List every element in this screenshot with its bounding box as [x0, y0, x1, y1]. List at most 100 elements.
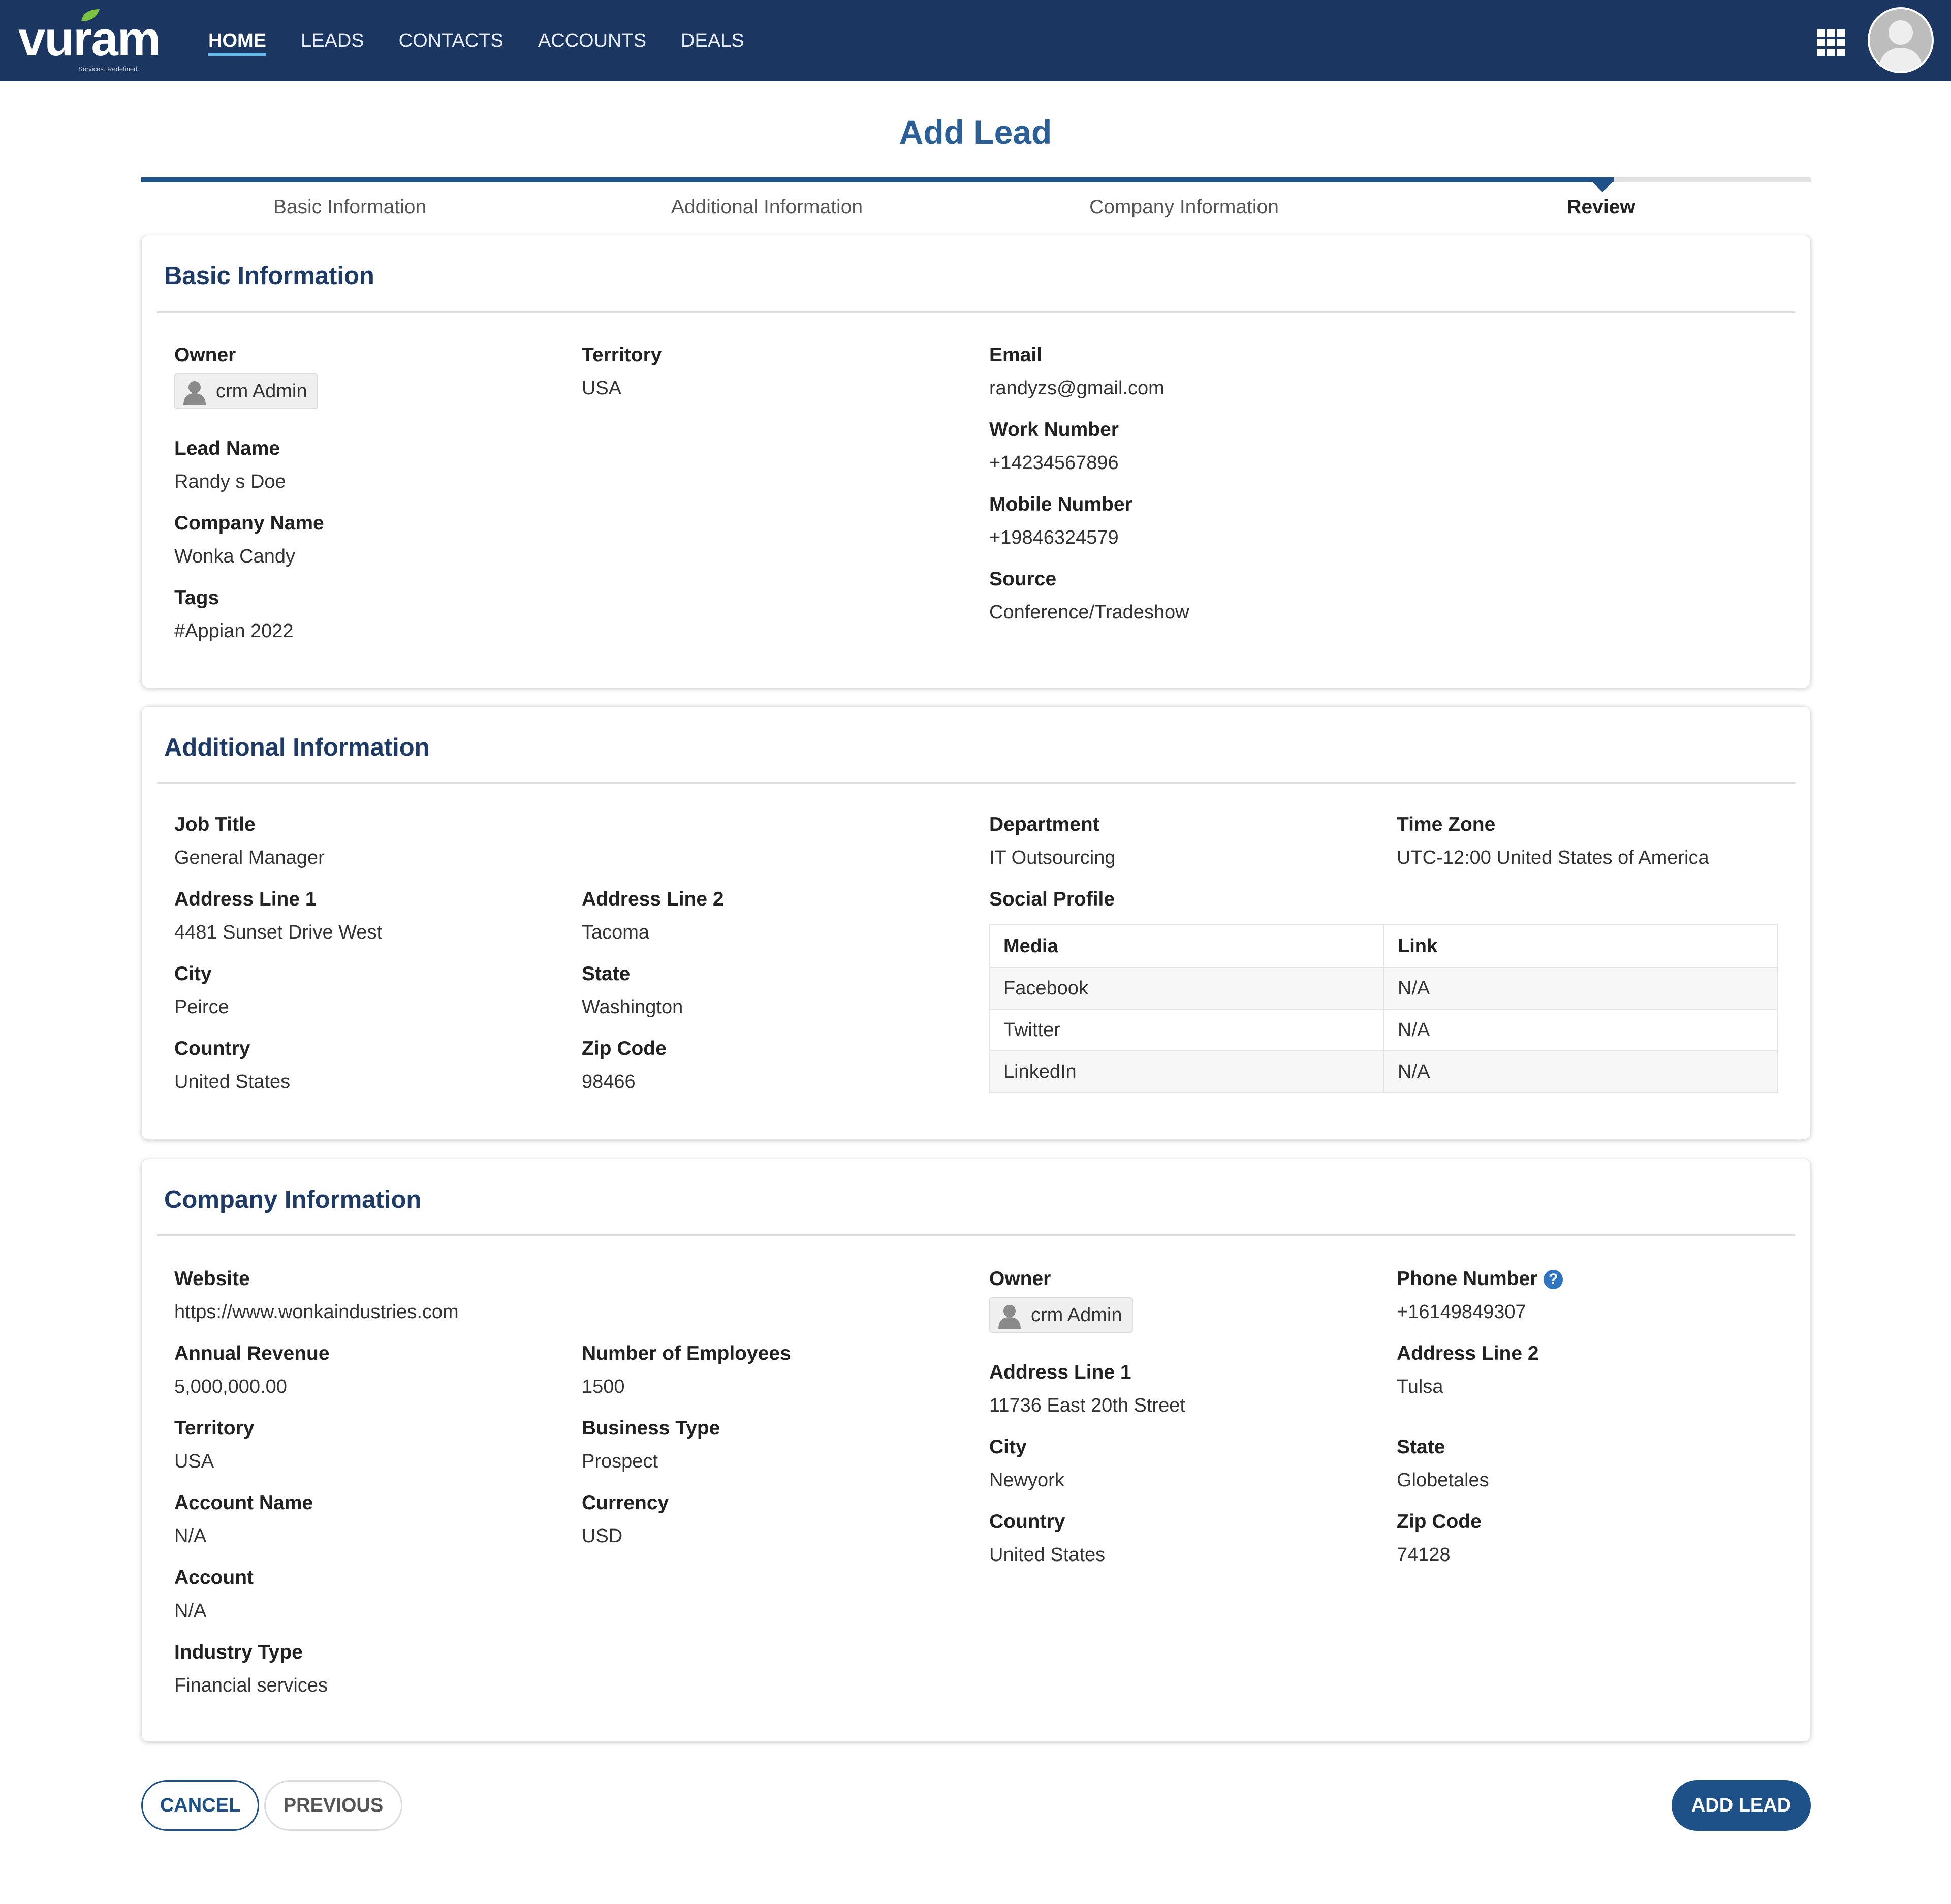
user-silhouette-icon — [1870, 9, 1932, 71]
owner-name: crm Admin — [216, 380, 307, 402]
company-information-card: Company Information Website https://www.… — [141, 1159, 1811, 1742]
field-value: United States — [174, 1071, 291, 1093]
zip-code-field: Zip Code 98466 — [582, 1038, 667, 1093]
field-label: Country — [989, 1511, 1065, 1533]
field-value: General Manager — [174, 847, 325, 868]
divider — [157, 311, 1795, 313]
table-row: LinkedIn N/A — [990, 1050, 1777, 1092]
email-field: Email randyzs@gmail.com — [989, 344, 1165, 399]
field-value: IT Outsourcing — [989, 847, 1116, 868]
field-value: N/A — [174, 1525, 207, 1547]
cancel-button[interactable]: CANCEL — [141, 1780, 259, 1831]
website-field: Website https://www.wonkaindustries.com — [174, 1268, 459, 1323]
territory-field: Territory USA — [582, 344, 662, 399]
table-row: Twitter N/A — [990, 1009, 1777, 1050]
annual-revenue-field: Annual Revenue 5,000,000.00 — [174, 1343, 330, 1398]
field-label: Source — [989, 568, 1057, 590]
field-label: Address Line 1 — [174, 888, 317, 910]
account-name-field: Account Name N/A — [174, 1492, 313, 1547]
app-grid-icon[interactable] — [1817, 29, 1845, 56]
field-label: Address Line 1 — [989, 1361, 1131, 1383]
field-value: +16149849307 — [1397, 1301, 1526, 1323]
field-label: Address Line 2 — [1397, 1343, 1539, 1364]
field-value: Washington — [582, 996, 683, 1018]
field-value: Financial services — [174, 1675, 328, 1696]
help-icon[interactable]: ? — [1544, 1270, 1563, 1289]
step-company-information[interactable]: Company Information — [976, 196, 1393, 219]
leaf-icon — [81, 9, 100, 21]
owner-chip[interactable]: crm Admin — [989, 1297, 1134, 1333]
table-header-row: Media Link — [990, 925, 1777, 967]
company-name-field: Company Name Wonka Candy — [174, 512, 324, 568]
user-icon — [183, 381, 206, 405]
field-label: Owner — [174, 344, 236, 366]
owner-chip[interactable]: crm Admin — [174, 373, 319, 409]
field-value: Peirce — [174, 996, 229, 1018]
mobile-number-field: Mobile Number +19846324579 — [989, 493, 1132, 549]
top-navigation-bar: vuram Services. Redefined. HOME LEADS CO… — [0, 0, 1951, 81]
step-additional-information[interactable]: Additional Information — [558, 196, 976, 219]
nav-item-deals[interactable]: DEALS — [681, 0, 744, 81]
progress-fill — [141, 177, 1614, 182]
field-label: Website — [174, 1268, 250, 1290]
field-value: #Appian 2022 — [174, 620, 294, 642]
address-line-1-field: Address Line 1 4481 Sunset Drive West — [174, 888, 382, 944]
field-value: Tacoma — [582, 922, 650, 943]
nav-item-home[interactable]: HOME — [208, 0, 266, 81]
user-avatar[interactable] — [1868, 7, 1934, 73]
country-field: Country United States — [174, 1038, 290, 1093]
field-value: USA — [174, 1451, 214, 1472]
field-value: Wonka Candy — [174, 546, 295, 567]
field-label: Department — [989, 814, 1099, 835]
field-label: State — [1397, 1436, 1445, 1458]
field-value: Globetales — [1397, 1470, 1489, 1491]
field-label: City — [989, 1436, 1027, 1458]
currency-field: Currency USD — [582, 1492, 669, 1547]
address-line-2-field: Address Line 2 Tacoma — [582, 888, 724, 944]
step-basic-information[interactable]: Basic Information — [141, 196, 558, 219]
department-field: Department IT Outsourcing — [989, 814, 1116, 869]
field-value: Randy s Doe — [174, 471, 286, 492]
link-cell: N/A — [1398, 977, 1430, 999]
field-label: Mobile Number — [989, 493, 1132, 515]
page-title: Add Lead — [899, 113, 1052, 151]
company-country-field: Country United States — [989, 1511, 1105, 1566]
field-label: Time Zone — [1397, 814, 1496, 835]
nav-item-contacts[interactable]: CONTACTS — [399, 0, 504, 81]
media-cell: LinkedIn — [990, 1051, 1384, 1092]
company-zip-code-field: Zip Code 74128 — [1397, 1511, 1482, 1566]
field-label: Country — [174, 1038, 250, 1059]
state-field: State Washington — [582, 963, 683, 1018]
website-link[interactable]: https://www.wonkaindustries.com — [174, 1301, 459, 1323]
work-number-field: Work Number +14234567896 — [989, 419, 1119, 474]
field-label: Business Type — [582, 1417, 720, 1439]
field-value: 4481 Sunset Drive West — [174, 922, 383, 943]
section-title: Additional Information — [164, 734, 430, 761]
field-label: Phone Number — [1397, 1268, 1538, 1290]
logo-tagline: Services. Redefined. — [78, 65, 139, 73]
table-row: Facebook N/A — [990, 967, 1777, 1009]
field-value: Prospect — [582, 1451, 658, 1472]
divider — [157, 782, 1795, 784]
media-cell: Twitter — [990, 1010, 1384, 1050]
previous-button[interactable]: PREVIOUS — [264, 1780, 402, 1831]
field-label: Social Profile — [989, 888, 1115, 910]
field-label: Work Number — [989, 419, 1119, 441]
field-value: +19846324579 — [989, 527, 1119, 548]
source-field: Source Conference/Tradeshow — [989, 568, 1189, 623]
vuram-logo[interactable]: vuram Services. Redefined. — [18, 9, 171, 73]
field-value: UTC-12:00 United States of America — [1397, 847, 1709, 868]
number-of-employees-field: Number of Employees 1500 — [582, 1343, 791, 1398]
divider — [157, 1234, 1795, 1236]
nav-item-accounts[interactable]: ACCOUNTS — [538, 0, 646, 81]
field-label: State — [582, 963, 631, 985]
step-review[interactable]: Review — [1393, 196, 1810, 219]
lead-name-field: Lead Name Randy s Doe — [174, 438, 286, 493]
nav-item-leads[interactable]: LEADS — [301, 0, 364, 81]
company-state-field: State Globetales — [1397, 1436, 1489, 1491]
field-label: Job Title — [174, 814, 256, 835]
add-lead-button[interactable]: ADD LEAD — [1672, 1780, 1811, 1831]
field-value: +14234567896 — [989, 452, 1119, 474]
company-owner-field: Owner crm Admin — [989, 1268, 1134, 1333]
column-header-link: Link — [1398, 935, 1438, 957]
